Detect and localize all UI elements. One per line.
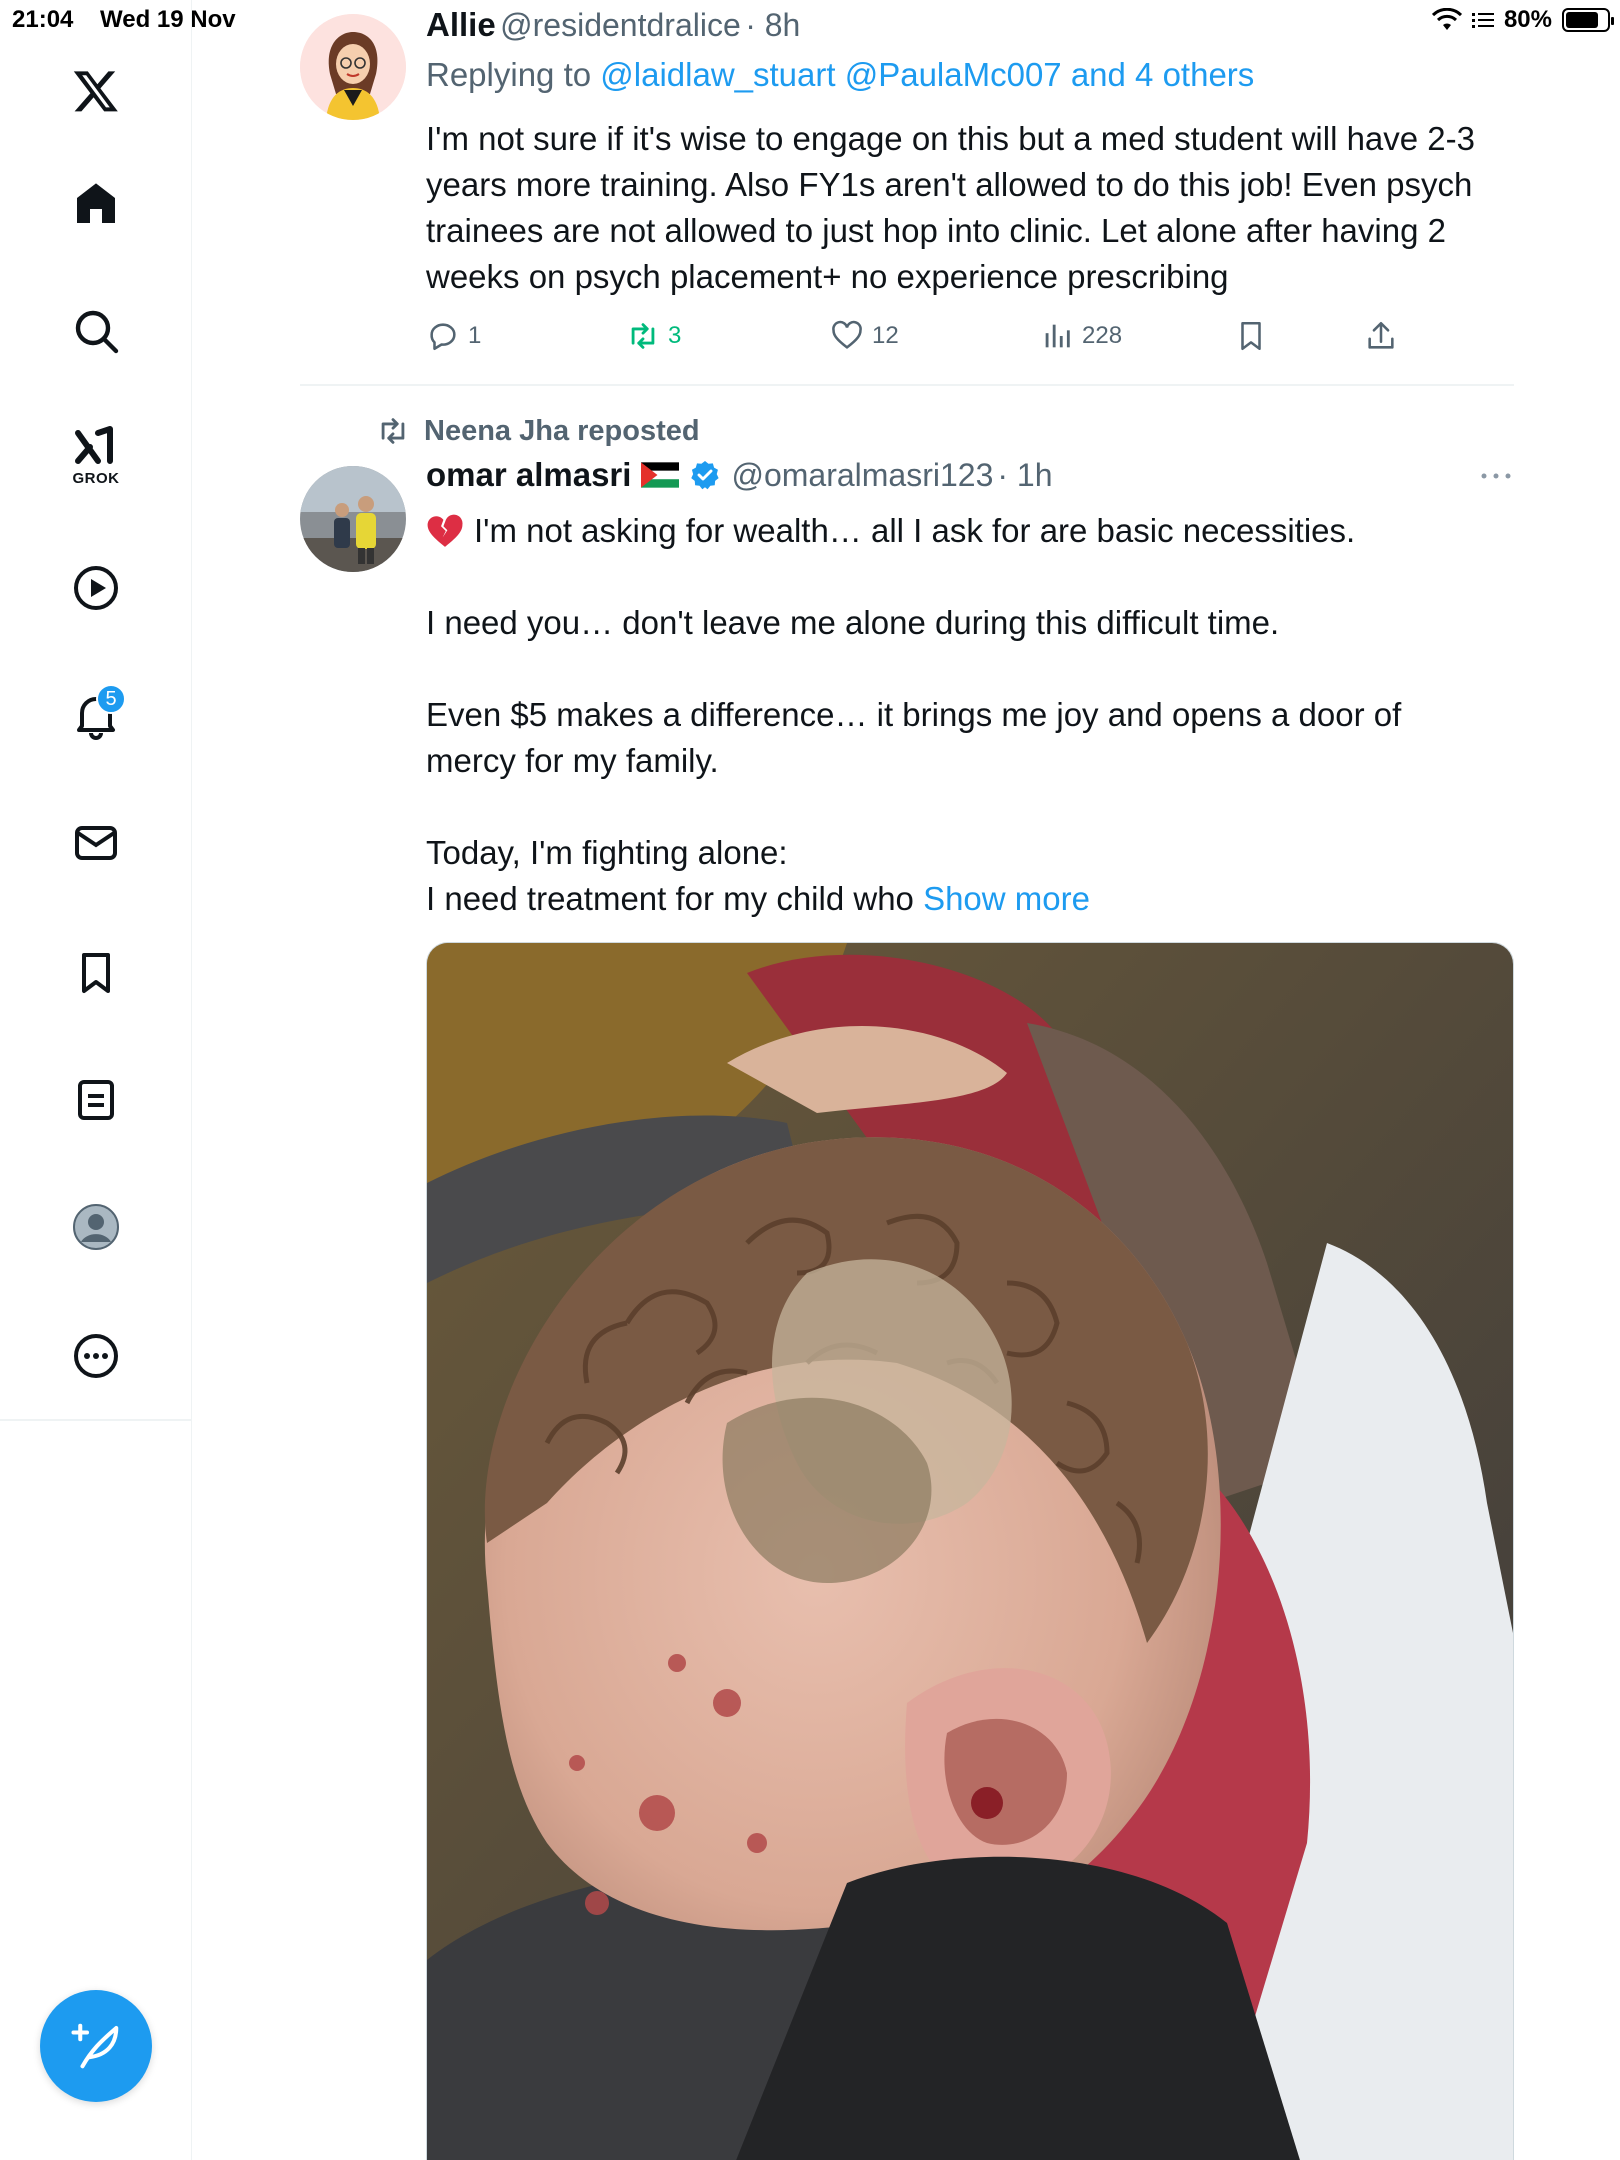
tweet-text-line: Even $5 makes a difference… it brings me… <box>426 696 1402 733</box>
reply-icon <box>430 323 456 351</box>
tweet-text-line: I'm not asking for wealth… all I ask for… <box>474 512 1356 549</box>
broken-heart-icon <box>427 514 463 547</box>
bookmark-icon <box>1241 321 1261 351</box>
bookmark-button[interactable] <box>1234 319 1268 353</box>
more-icon[interactable] <box>60 1320 132 1392</box>
tweet-text-line: mercy for my family. <box>426 742 719 779</box>
tweet-text-line: years more training. Also FY1s aren't al… <box>426 166 1473 203</box>
photo-illustration <box>427 943 1513 2160</box>
tweet-time[interactable]: · 1h <box>997 457 1052 494</box>
tweet-time[interactable]: · 8h <box>745 7 800 43</box>
tweet-media-photo[interactable] <box>426 942 1514 2160</box>
tweet-paragraph: I'm not asking for wealth… all I ask for… <box>426 508 1516 554</box>
tweet-text-fragment: I need treatment for my child who <box>426 880 924 917</box>
repost-icon <box>631 323 655 349</box>
author-handle[interactable]: @omaralmasri123 <box>731 457 993 494</box>
tweet-text-line: weeks on psych placement+ no experience … <box>426 258 1229 295</box>
replying-to-users[interactable]: @laidlaw_stuart @PaulaMc007 and 4 others <box>600 56 1254 93</box>
sidebar: GROK 5 <box>0 0 192 2160</box>
video-icon[interactable] <box>60 552 132 624</box>
heart-icon <box>832 320 862 349</box>
avatar-allie[interactable] <box>300 14 406 120</box>
tweet-divider <box>300 384 1514 386</box>
repost-button[interactable]: 3 <box>626 319 681 353</box>
tweet-text-line: I need you… don't leave me alone during … <box>426 604 1280 641</box>
tweet-more-button[interactable] <box>1478 466 1514 491</box>
repost-small-icon <box>381 418 405 444</box>
tweet-text-line: Today, I'm fighting alone: <box>426 834 788 871</box>
views-chart-icon <box>1045 324 1070 348</box>
sidebar-divider <box>0 1419 192 1421</box>
palestine-flag-icon <box>641 462 680 488</box>
profile-avatar-icon[interactable] <box>60 1191 132 1263</box>
share-icon <box>1368 321 1394 349</box>
reply-count: 1 <box>468 322 482 349</box>
more-horizontal-icon <box>1481 473 1511 479</box>
tweet-header: omar almasri @omaralmasri123 · 1h <box>426 456 1053 494</box>
notifications-badge: 5 <box>96 684 126 714</box>
reposted-by[interactable]: Neena Jha reposted <box>376 414 700 448</box>
grok-label: GROK <box>72 470 120 487</box>
show-more-link[interactable]: Show more <box>923 880 1090 917</box>
x-logo-icon[interactable] <box>60 55 132 127</box>
author-handle[interactable]: @residentdralice <box>500 7 741 43</box>
bookmarks-icon[interactable] <box>60 937 132 1009</box>
search-icon[interactable] <box>60 295 132 367</box>
lists-icon[interactable] <box>60 1064 132 1136</box>
replying-to: Replying to @laidlaw_stuart @PaulaMc007 … <box>426 56 1254 94</box>
like-count: 12 <box>872 322 899 349</box>
tweet-text-line: I need treatment for my child who Show m… <box>426 876 1516 922</box>
verified-badge-icon <box>691 461 720 490</box>
tweet-text: I'm not sure if it's wise to engage on t… <box>426 116 1516 300</box>
reposted-by-label: Neena Jha reposted <box>424 414 700 447</box>
compose-feather-icon <box>71 2023 119 2069</box>
replying-prefix: Replying to <box>426 56 601 93</box>
messages-icon[interactable] <box>60 807 132 879</box>
compose-button[interactable] <box>40 1990 152 2102</box>
reply-button[interactable]: 1 <box>426 319 481 353</box>
home-icon[interactable] <box>60 168 132 240</box>
views-button[interactable]: 228 <box>1040 319 1122 353</box>
battery-icon <box>1562 8 1614 32</box>
tweet-text-line: I'm not sure if it's wise to engage on t… <box>426 120 1475 157</box>
tweet-header: Allie @residentdralice · 8h <box>426 6 800 44</box>
tweet-reply[interactable]: Allie @residentdralice · 8h Replying to … <box>300 0 1514 384</box>
avatar-photo <box>300 466 406 572</box>
like-button[interactable]: 12 <box>830 319 899 353</box>
avatar-illustration <box>300 14 406 120</box>
grok-icon[interactable]: GROK <box>60 418 132 490</box>
avatar-omar[interactable] <box>300 466 406 572</box>
repost-count: 3 <box>668 322 682 349</box>
share-button[interactable] <box>1364 319 1398 353</box>
tweet-text: I'm not asking for wealth… all I ask for… <box>426 508 1516 922</box>
author-name[interactable]: Allie <box>426 6 496 43</box>
tweet-actions: 1 3 12 228 <box>426 316 1516 356</box>
notifications-bell-icon[interactable]: 5 <box>60 680 132 752</box>
tweet-text-line: trainees are not allowed to just hop int… <box>426 212 1446 249</box>
author-name[interactable]: omar almasri <box>426 456 631 494</box>
battery-fill <box>1566 12 1598 28</box>
views-count: 228 <box>1082 322 1123 349</box>
